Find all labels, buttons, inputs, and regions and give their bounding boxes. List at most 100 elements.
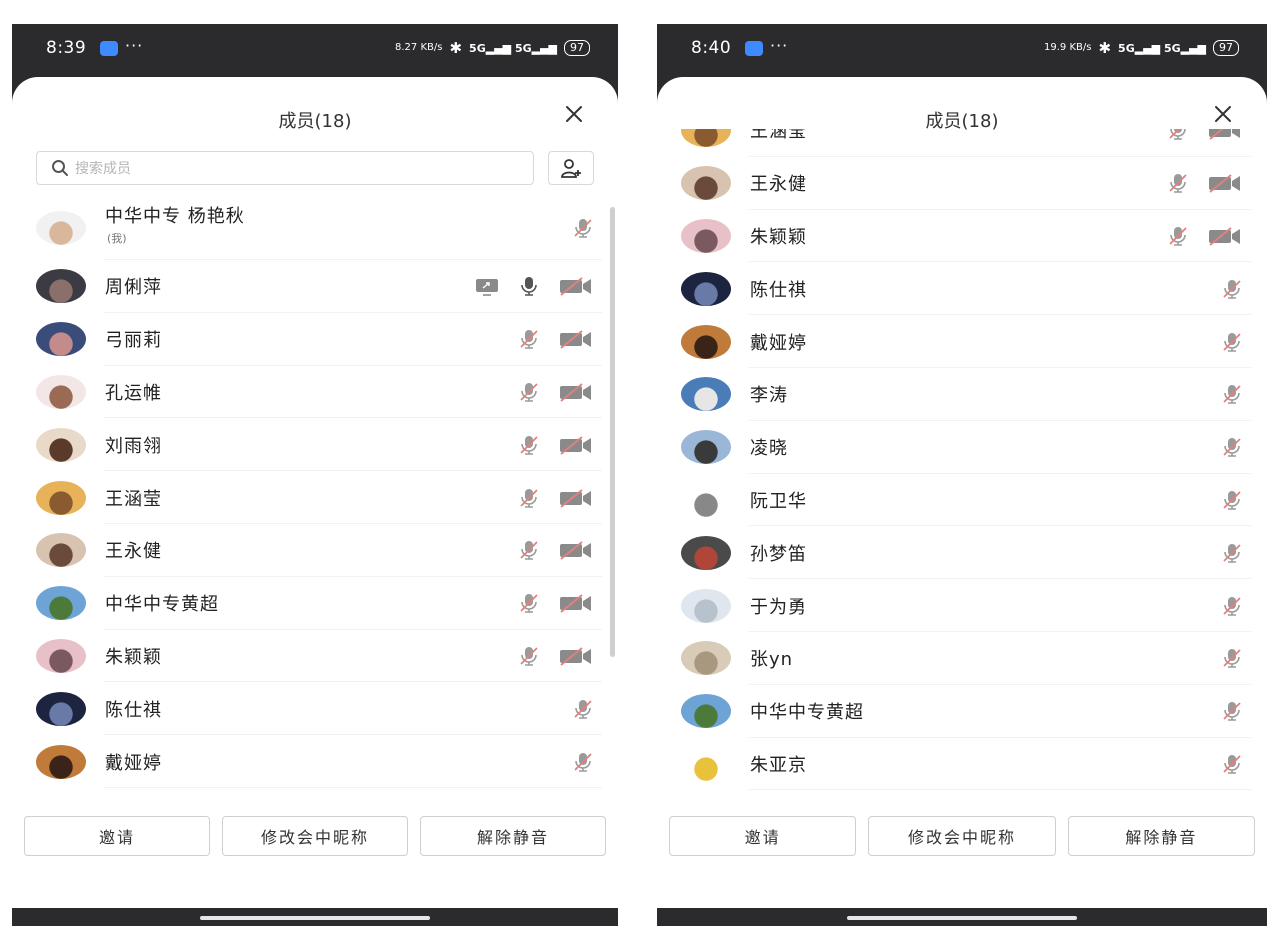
member-row[interactable]: 陈仕祺 [12,682,618,735]
avatar [681,430,731,465]
mic-icon[interactable] [518,275,540,297]
camera-off-icon[interactable] [1207,129,1243,141]
camera-off-icon[interactable] [558,328,594,350]
mic-muted-icon[interactable] [518,487,540,509]
mic-muted-icon[interactable] [518,434,540,456]
member-row[interactable]: 朱亚京 [657,738,1267,790]
home-indicator[interactable] [200,916,430,920]
member-row[interactable]: 中华中专黄超 [657,685,1267,738]
member-row[interactable]: 戴娅婷 [657,315,1267,368]
screen-share-icon[interactable] [474,275,500,297]
mic-muted-icon[interactable] [1167,172,1189,194]
rename-button[interactable]: 修改会中昵称 [222,816,408,856]
network-speed: 8.27 KB/s [395,42,443,53]
bluetooth-icon: ✱ [1098,39,1112,57]
search-input[interactable]: 搜索成员 [36,151,534,185]
add-member-button[interactable] [548,151,594,185]
member-row[interactable]: 王永健 [657,157,1267,210]
camera-off-icon[interactable] [558,539,594,561]
member-row[interactable]: 刘雨翎 [12,418,618,471]
unmute-button[interactable]: 解除静音 [1067,816,1255,856]
close-icon[interactable] [1211,102,1235,126]
phone-screen-left: 8:39 ··· 8.27 KB/s ✱ 5G▂▄▆ 5G▂▄▆ 97 成员(1… [12,24,618,926]
camera-off-icon[interactable] [558,275,594,297]
mic-muted-icon[interactable] [1221,331,1243,353]
mic-muted-icon[interactable] [518,381,540,403]
member-status-icons [518,328,594,350]
member-row[interactable]: 王永健 [12,524,618,577]
status-more-icon: ··· [125,36,144,55]
member-row[interactable]: 张yn [657,632,1267,685]
mic-muted-icon[interactable] [1221,489,1243,511]
camera-off-icon[interactable] [558,645,594,667]
member-row[interactable]: 孔运帷 [12,366,618,419]
avatar [681,271,731,306]
mic-muted-icon[interactable] [1221,700,1243,722]
unmute-button[interactable]: 解除静音 [420,816,606,856]
scrollbar[interactable] [610,207,615,657]
member-status-icons [1167,225,1243,247]
member-row[interactable]: 孙梦笛 [657,526,1267,579]
member-name: 中华中专黄超 [750,702,864,724]
member-row[interactable]: 中华中专黄超 [12,577,618,630]
mic-muted-icon[interactable] [1221,278,1243,300]
avatar [36,533,86,568]
bluetooth-icon: ✱ [449,39,463,57]
member-row[interactable]: 中华中专 杨艳秋 (我) [12,196,618,260]
battery-level: 97 [1213,40,1239,56]
mic-muted-icon[interactable] [1167,225,1189,247]
member-row[interactable]: 阮卫华 [657,474,1267,527]
member-status-icons [1221,331,1243,353]
member-row[interactable]: 凌晓 [657,421,1267,474]
member-status-icons [1221,700,1243,722]
mic-muted-icon[interactable] [572,217,594,239]
camera-off-icon[interactable] [1207,172,1243,194]
mic-muted-icon[interactable] [1221,647,1243,669]
members-sheet: 成员(18) 王涵莹 王永健 朱颖颖 陈仕祺 戴娅婷 李涛 凌晓 阮卫华 孙梦笛 于为勇 张yn 中华… [657,77,1267,908]
camera-off-icon[interactable] [558,381,594,403]
rename-button[interactable]: 修改会中昵称 [868,816,1056,856]
member-row[interactable]: 王涵莹 [657,129,1267,157]
network-speed: 19.9 KB/s [1044,42,1092,53]
mic-muted-icon[interactable] [1167,129,1189,141]
member-row[interactable]: 戴娅婷 [12,735,618,788]
camera-off-icon[interactable] [558,592,594,614]
member-row[interactable]: 朱颖颖 [657,210,1267,263]
mic-muted-icon[interactable] [518,539,540,561]
member-row[interactable]: 弓丽莉 [12,313,618,366]
camera-off-icon[interactable] [558,434,594,456]
signal-icon: 5G▂▄▆ 5G▂▄▆ [469,41,557,55]
mic-muted-icon[interactable] [1221,595,1243,617]
avatar [681,588,731,623]
member-name: 中华中专 杨艳秋 [105,206,245,227]
member-status-icons [1221,436,1243,458]
member-row[interactable]: 李涛 [12,788,618,790]
invite-button[interactable]: 邀请 [24,816,210,856]
mic-muted-icon[interactable] [572,698,594,720]
mic-muted-icon[interactable] [1221,383,1243,405]
close-icon[interactable] [562,102,586,126]
mic-muted-icon[interactable] [1221,753,1243,775]
home-indicator[interactable] [847,916,1077,920]
mic-muted-icon[interactable] [518,328,540,350]
avatar [36,586,86,621]
add-person-icon [561,159,581,178]
member-status-icons [1221,647,1243,669]
member-row[interactable]: 于为勇 [657,579,1267,632]
invite-button[interactable]: 邀请 [669,816,857,856]
mic-muted-icon[interactable] [572,751,594,773]
member-name: 陈仕祺 [105,699,162,721]
camera-off-icon[interactable] [558,487,594,509]
member-row[interactable]: 朱颖颖 [12,630,618,683]
member-row[interactable]: 周俐萍 [12,260,618,313]
mic-muted-icon[interactable] [518,592,540,614]
mic-muted-icon[interactable] [1221,542,1243,564]
mic-muted-icon[interactable] [1221,436,1243,458]
mic-muted-icon[interactable] [518,645,540,667]
avatar [681,535,731,570]
member-row[interactable]: 李涛 [657,368,1267,421]
member-row[interactable]: 陈仕祺 [657,262,1267,315]
member-name: 戴娅婷 [750,332,807,354]
member-row[interactable]: 王涵莹 [12,471,618,524]
camera-off-icon[interactable] [1207,225,1243,247]
